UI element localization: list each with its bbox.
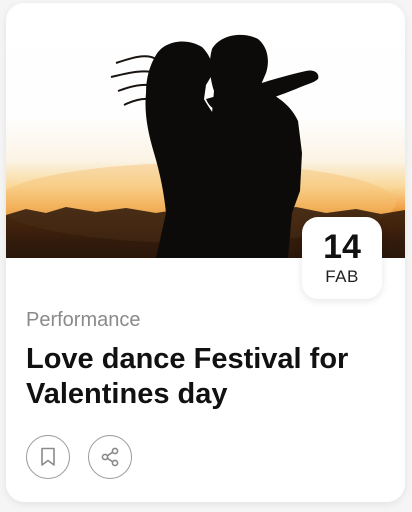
date-day: 14 — [323, 228, 361, 266]
share-icon — [101, 447, 119, 467]
event-card[interactable]: 14 FAB Performance Love dance Festival f… — [6, 3, 405, 502]
event-category: Performance — [26, 309, 141, 331]
date-month: FAB — [325, 267, 359, 286]
date-badge: 14 FAB — [302, 217, 382, 299]
bookmark-icon — [41, 447, 55, 466]
bookmark-button[interactable] — [26, 435, 70, 479]
event-title: Love dance Festival for Valentines day — [26, 343, 349, 410]
share-button[interactable] — [88, 435, 132, 479]
